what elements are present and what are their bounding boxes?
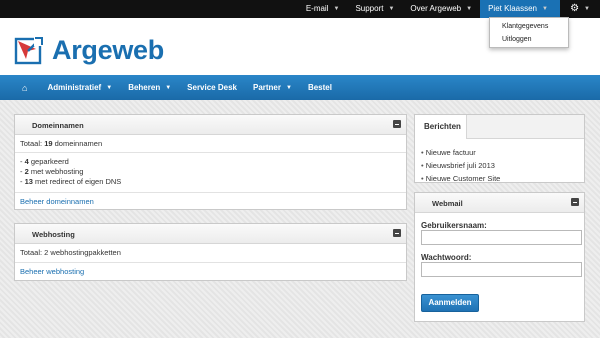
collapse-icon[interactable] xyxy=(393,120,401,128)
home-icon: ⌂ xyxy=(22,82,28,93)
topbar-user-label: Piet Klaassen xyxy=(488,4,537,13)
webhosting-total: Totaal: 2 webhostingpakketten xyxy=(20,248,121,257)
brand-name[interactable]: Argeweb xyxy=(52,35,164,66)
total-suffix: domeinnamen xyxy=(52,139,103,148)
beheer-webhosting-link[interactable]: Beheer webhosting xyxy=(20,267,84,276)
menu-item-uitloggen[interactable]: Uitloggen xyxy=(490,33,568,46)
list-text: met webhosting xyxy=(28,167,84,176)
nav-beheren[interactable]: Beheren ▼ xyxy=(120,83,179,92)
domeinnamen-breakdown: - 4 geparkeerd - 2 met webhosting - 13 m… xyxy=(15,153,406,187)
nav-administratief-label: Administratief xyxy=(47,83,102,92)
username-input[interactable] xyxy=(421,230,582,245)
nav-home[interactable]: ⌂ xyxy=(14,83,39,93)
nav-service-desk-label: Service Desk xyxy=(187,83,237,92)
webmail-panel: Webmail Gebruikersnaam: Wachtwoord: Aanm… xyxy=(414,192,585,322)
panel-title: Webhosting xyxy=(32,230,75,239)
panel-title: Webmail xyxy=(432,199,463,208)
berichten-panel: Berichten Nieuwe factuur Nieuwsbrief jul… xyxy=(414,114,585,183)
list-item: - 4 geparkeerd xyxy=(20,157,401,167)
username-label: Gebruikersnaam: xyxy=(421,221,487,230)
domeinnamen-panel: Domeinnamen Totaal: 19 domeinnamen - 4 g… xyxy=(14,114,407,210)
chevron-down-icon: ▼ xyxy=(286,84,292,91)
webhosting-footer: Beheer webhosting xyxy=(15,263,406,280)
nav-bestel-label: Bestel xyxy=(307,83,332,92)
chevron-down-icon: ▼ xyxy=(466,6,473,12)
aanmelden-button[interactable]: Aanmelden xyxy=(421,294,479,312)
domeinnamen-total: Totaal: 19 domeinnamen xyxy=(15,135,406,152)
panel-header: Webhosting xyxy=(15,224,406,244)
topbar-settings[interactable]: ⚙ ▼ xyxy=(560,0,600,18)
beheer-domeinnamen-link[interactable]: Beheer domeinnamen xyxy=(20,197,94,206)
chevron-down-icon: ▼ xyxy=(106,84,113,91)
list-text: met redirect of eigen DNS xyxy=(32,177,122,186)
topbar-over-argeweb-label: Over Argeweb xyxy=(410,4,462,13)
panel-header: Domeinnamen xyxy=(15,115,406,135)
argeweb-logo-icon[interactable] xyxy=(14,37,44,67)
chevron-down-icon: ▼ xyxy=(165,84,172,91)
total-count: 19 xyxy=(44,139,53,148)
berichten-list: Nieuwe factuur Nieuwsbrief juli 2013 Nie… xyxy=(415,139,584,185)
top-bar: E-mail ▼ Support ▼ Over Argeweb ▼ Piet K… xyxy=(0,0,600,18)
nav-administratief[interactable]: Administratief ▼ xyxy=(39,83,120,92)
chevron-down-icon: ▼ xyxy=(584,6,590,12)
topbar-email[interactable]: E-mail ▼ xyxy=(298,0,348,18)
topbar-over-argeweb[interactable]: Over Argeweb ▼ xyxy=(402,0,480,18)
topbar-support-label: Support xyxy=(355,4,384,13)
chevron-down-icon: ▼ xyxy=(388,6,395,12)
topbar-email-label: E-mail xyxy=(305,4,329,13)
topbar-user-menu[interactable]: Piet Klaassen ▼ xyxy=(480,0,561,18)
collapse-icon[interactable] xyxy=(393,229,401,237)
chevron-down-icon: ▼ xyxy=(333,6,340,12)
list-count: 13 xyxy=(24,177,33,186)
nav-beheren-label: Beheren xyxy=(128,83,161,92)
panel-title: Domeinnamen xyxy=(32,121,84,130)
main-nav: ⌂ Administratief ▼ Beheren ▼ Service Des… xyxy=(0,75,600,100)
tab-berichten[interactable]: Berichten xyxy=(415,115,467,139)
list-item: - 13 met redirect of eigen DNS xyxy=(20,177,401,187)
total-prefix: Totaal: xyxy=(20,139,45,148)
list-item[interactable]: Nieuwsbrief juli 2013 xyxy=(421,159,584,172)
list-item: - 2 met webhosting xyxy=(20,167,401,177)
list-item[interactable]: Nieuwe Customer Site xyxy=(421,172,584,185)
password-input[interactable] xyxy=(421,262,582,277)
nav-bestel[interactable]: Bestel xyxy=(300,83,340,92)
nav-partner-label: Partner xyxy=(252,83,281,92)
collapse-icon[interactable] xyxy=(571,198,579,206)
gear-icon: ⚙ xyxy=(570,3,580,14)
berichten-tabs: Berichten xyxy=(415,115,584,139)
webhosting-panel: Webhosting Totaal: 2 webhostingpakketten… xyxy=(14,223,407,281)
nav-partner[interactable]: Partner ▼ xyxy=(245,83,300,92)
password-label: Wachtwoord: xyxy=(421,253,472,262)
list-item[interactable]: Nieuwe factuur xyxy=(421,146,584,159)
user-dropdown-menu: Klantgegevens Uitloggen xyxy=(489,17,569,48)
domeinnamen-footer: Beheer domeinnamen xyxy=(15,193,406,210)
nav-service-desk[interactable]: Service Desk xyxy=(179,83,245,92)
panel-header: Webmail xyxy=(415,193,584,213)
list-text: geparkeerd xyxy=(28,157,69,166)
menu-item-klantgegevens[interactable]: Klantgegevens xyxy=(490,20,568,33)
chevron-down-icon: ▼ xyxy=(542,6,548,12)
topbar-support[interactable]: Support ▼ xyxy=(347,0,402,18)
